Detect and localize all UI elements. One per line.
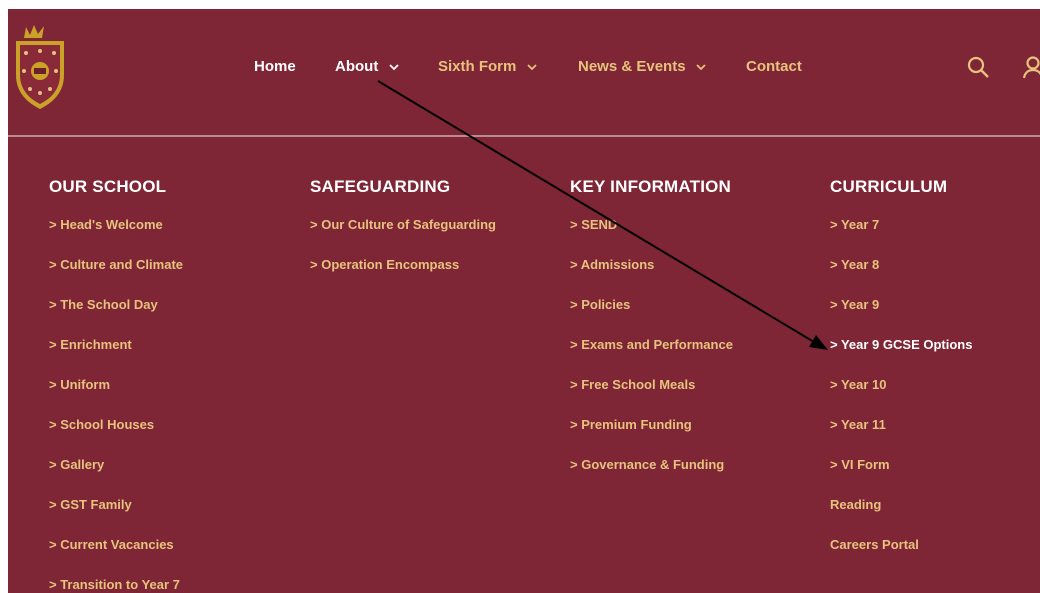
column-heading: CURRICULUM (830, 177, 948, 196)
nav-contact-label: Contact (746, 58, 802, 75)
menu-link[interactable]: > VI Form (830, 455, 972, 495)
nav-news-events-label: News & Events (578, 58, 686, 75)
column-heading: KEY INFORMATION (570, 177, 732, 196)
column-heading: OUR SCHOOL (49, 177, 167, 196)
nav-contact[interactable]: Contact (746, 57, 802, 77)
menu-link[interactable]: > Our Culture of Safeguarding (310, 215, 496, 255)
menu-link[interactable]: > Year 10 (830, 375, 972, 415)
site-header: Home About Sixth Form News & Events Cont… (8, 9, 1040, 135)
user-icon[interactable] (1022, 55, 1040, 79)
menu-link[interactable]: > Transition to Year 7 (49, 575, 183, 593)
menu-link[interactable]: > School Houses (49, 415, 183, 455)
menu-link[interactable]: > Exams and Performance (570, 335, 733, 375)
chevron-down-icon (696, 64, 706, 71)
menu-link[interactable]: > Premium Funding (570, 415, 733, 455)
menu-link[interactable]: Reading (830, 495, 972, 535)
nav-home-label: Home (254, 58, 296, 75)
chevron-down-icon (526, 64, 537, 71)
search-icon[interactable] (966, 55, 990, 79)
menu-link[interactable]: > Governance & Funding (570, 455, 733, 495)
menu-link[interactable]: Careers Portal (830, 535, 972, 575)
menu-link[interactable]: > Current Vacancies (49, 535, 183, 575)
menu-link[interactable]: > Enrichment (49, 335, 183, 375)
nav-about[interactable]: About (335, 57, 399, 77)
menu-link[interactable]: > Uniform (49, 375, 183, 415)
menu-link[interactable]: > Admissions (570, 255, 733, 295)
menu-link[interactable]: > Culture and Climate (49, 255, 183, 295)
column-heading: SAFEGUARDING (310, 177, 451, 196)
menu-column-safeguarding: SAFEGUARDING > Our Culture of Safeguardi… (310, 175, 496, 295)
menu-link[interactable]: > Operation Encompass (310, 255, 496, 295)
menu-link[interactable]: > The School Day (49, 295, 183, 335)
menu-link[interactable]: > Gallery (49, 455, 183, 495)
menu-column-curriculum: CURRICULUM > Year 7 > Year 8 > Year 9 > … (830, 175, 972, 575)
nav-sixth-form[interactable]: Sixth Form (438, 57, 537, 77)
menu-link[interactable]: > Policies (570, 295, 733, 335)
menu-link-year-9-gcse-options[interactable]: > Year 9 GCSE Options (830, 335, 972, 375)
nav-news-events[interactable]: News & Events (578, 57, 706, 77)
nav-about-label: About (335, 58, 379, 75)
menu-link[interactable]: > Year 7 (830, 215, 972, 255)
nav-sixth-form-label: Sixth Form (438, 58, 517, 75)
menu-link[interactable]: > Free School Meals (570, 375, 733, 415)
website-frame: Home About Sixth Form News & Events Cont… (8, 9, 1040, 593)
menu-link[interactable]: > GST Family (49, 495, 183, 535)
menu-link[interactable]: > SEND (570, 215, 733, 255)
menu-link[interactable]: > Head's Welcome (49, 215, 183, 255)
menu-link[interactable]: > Year 11 (830, 415, 972, 455)
nav-home[interactable]: Home (254, 57, 296, 77)
header-divider (8, 135, 1040, 137)
chevron-down-icon (388, 64, 399, 71)
menu-column-our-school: OUR SCHOOL > Head's Welcome > Culture an… (49, 175, 183, 593)
menu-link[interactable]: > Year 8 (830, 255, 972, 295)
menu-column-key-information: KEY INFORMATION > SEND > Admissions > Po… (570, 175, 733, 495)
menu-link[interactable]: > Year 9 (830, 295, 972, 335)
school-crest-logo[interactable] (10, 19, 70, 115)
